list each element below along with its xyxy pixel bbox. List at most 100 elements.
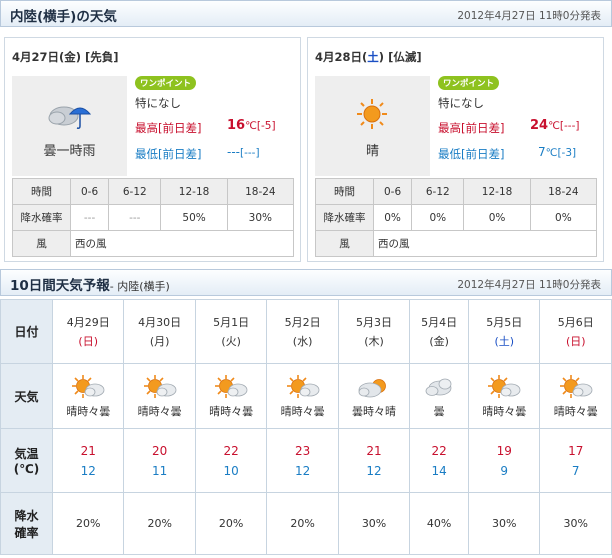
date-row: 日付 4月29日 (日) 4月30日 (月) 5月1日 (火) 5月2日 (水) 5月3日 (木)… — [0, 299, 612, 364]
day-date-cell: 5月4日 (金) — [409, 299, 470, 364]
day-date: 4月29日 — [66, 315, 110, 329]
day-high-temp: 19 — [496, 443, 512, 458]
day-low-temp: 9 — [500, 463, 509, 478]
pop-cell: 0% — [529, 204, 598, 231]
day-date-cell: 4月30日 (月) — [123, 299, 196, 364]
tomorrow-note: 特になし — [438, 96, 484, 110]
day-weather-text: 晴時々曇 — [209, 405, 254, 418]
day-low-temp: 12 — [80, 463, 96, 478]
sun-and-cloud-icon — [559, 375, 593, 398]
date-row-label: 日付 — [0, 299, 53, 364]
sun-icon — [357, 99, 387, 129]
table-row: 風 西の風 — [315, 230, 597, 257]
period-header: 0-6 — [69, 178, 110, 205]
day-weather-cell: 曇時々晴 — [337, 363, 411, 429]
day-weekday: (木) — [364, 334, 384, 348]
table-row: 降水確率 0% 0% 0% 0% — [315, 204, 598, 231]
day-weather-text: 晴時々曇 — [482, 405, 527, 418]
wind-header: 風 — [12, 230, 71, 257]
day-date-cell: 5月5日 (土) — [468, 299, 541, 364]
pop-row-label: 降水 確率 — [0, 492, 53, 555]
period-header: 18-24 — [226, 178, 295, 205]
day-temp-cell: 17 7 — [539, 428, 612, 493]
pop-cell: 50% — [160, 204, 228, 231]
day-date-cell: 5月3日 (木) — [337, 299, 411, 364]
day-low-temp: 11 — [152, 463, 168, 478]
tomorrow-min-temp: 7℃[-3] — [538, 145, 577, 159]
table-row: 降水確率 --- --- 50% 30% — [12, 204, 295, 231]
day-date: 4月30日 — [138, 315, 182, 329]
period-header: 12-18 — [160, 178, 228, 205]
day-high-temp: 21 — [80, 443, 96, 458]
day-date: 5月1日 — [213, 315, 250, 329]
day-high-temp: 20 — [152, 443, 168, 458]
day-pop-cell: 20% — [123, 492, 196, 555]
tomorrow-panel: 4月28日(土) [仏滅] 晴 ワンポイント 特になし 最高[前日差] 24℃[… — [307, 37, 604, 262]
weather-row-label: 天気 — [0, 363, 53, 429]
day-weather-text: 晴時々曇 — [280, 405, 325, 418]
pop-cell: 0% — [411, 204, 465, 231]
tomorrow-date: 4月28日(土) [仏滅] — [315, 50, 422, 64]
max-temp-label: 最高[前日差] — [135, 121, 202, 135]
tomorrow-weather-text: 晴 — [365, 144, 379, 159]
wind-header: 風 — [315, 230, 374, 257]
day-low-temp: 10 — [223, 463, 239, 478]
day-weather-cell: 晴時々曇 — [194, 363, 268, 429]
day-date-cell: 5月2日 (水) — [266, 299, 339, 364]
max-temp-label: 最高[前日差] — [438, 121, 505, 135]
day-temp-cell: 19 9 — [468, 428, 541, 493]
today-min-temp: ---[---] — [227, 145, 260, 159]
forecast-header: 内陸(横手)の天気 2012年4月27日 11時0分発表 — [0, 0, 612, 27]
wind-cell: 西の風 — [373, 230, 597, 257]
day-high-temp: 23 — [294, 443, 311, 458]
day-date-cell: 5月6日 (日) — [539, 299, 612, 364]
day-weather-text: 晴時々曇 — [66, 405, 111, 418]
tomorrow-max-temp: 24℃[---] — [530, 118, 580, 133]
day-weather-cell: 晴時々曇 — [51, 363, 125, 429]
tomorrow-weather-box: 晴 — [315, 76, 430, 176]
period-header: 6-12 — [411, 178, 465, 205]
onepoint-badge: ワンポイント — [135, 76, 197, 90]
day-pop-cell: 30% — [337, 492, 411, 555]
day-date-cell: 5月1日 (火) — [194, 299, 268, 364]
day-pop-cell: 20% — [194, 492, 268, 555]
day-pop-cell: 20% — [266, 492, 339, 555]
temp-row-label: 気温 (℃) — [0, 428, 53, 493]
day-temp-cell: 20 11 — [123, 428, 196, 493]
period-header: 18-24 — [529, 178, 598, 205]
day-date: 5月3日 — [356, 315, 393, 329]
ten-day-update-time: 2012年4月27日 11時0分発表 — [457, 279, 601, 291]
day-weather-cell: 晴時々曇 — [266, 363, 339, 429]
table-row: 風 西の風 — [12, 230, 294, 257]
today-max-temp: 16℃[-5] — [227, 118, 276, 133]
day-weather-cell: 晴時々曇 — [123, 363, 196, 429]
day-weather-cell: 晴時々曇 — [468, 363, 541, 429]
day-low-temp: 12 — [294, 463, 311, 478]
day-weekday: (日) — [565, 334, 586, 348]
ten-day-header: 10日間天気予報- 内陸(横手) 2012年4月27日 11時0分発表 — [0, 269, 612, 296]
today-date: 4月27日(金) [先負] — [12, 50, 119, 64]
day-date: 5月2日 — [284, 315, 321, 329]
day-high-temp: 21 — [366, 443, 382, 458]
day-weekday: (火) — [221, 334, 241, 348]
sun-and-cloud-icon — [72, 375, 105, 398]
sun-and-cloud-icon — [143, 375, 177, 398]
weather-row: 天気 晴時々曇 晴時々曇 晴時々曇 晴時々曇 曇時々晴 曇 晴時々曇 晴時々曇 — [0, 363, 612, 429]
tomorrow-rain-table: 時間 0-6 6-12 12-18 18-24 降水確率 0% 0% 0% 0%… — [315, 178, 598, 257]
day-weather-text: 曇 — [433, 405, 445, 418]
day-date: 5月5日 — [486, 315, 523, 329]
period-header: 0-6 — [372, 178, 413, 205]
sun-and-cloud-icon — [215, 375, 248, 398]
day-low-temp: 12 — [366, 463, 382, 478]
pop-cell: 0% — [372, 204, 413, 231]
sun-and-cloud-icon — [488, 375, 521, 398]
day-weekday: (土) — [494, 334, 515, 348]
day-date-cell: 4月29日 (日) — [51, 299, 125, 364]
day-weather-text: 晴時々曇 — [553, 405, 598, 418]
day-temp-cell: 22 14 — [409, 428, 470, 493]
day-temp-cell: 23 12 — [266, 428, 339, 493]
today-rokuyo: [先負] — [85, 50, 119, 64]
period-header: 6-12 — [108, 178, 162, 205]
pop-cell: 30% — [226, 204, 295, 231]
page-title: 内陸(横手)の天気 — [10, 9, 117, 25]
